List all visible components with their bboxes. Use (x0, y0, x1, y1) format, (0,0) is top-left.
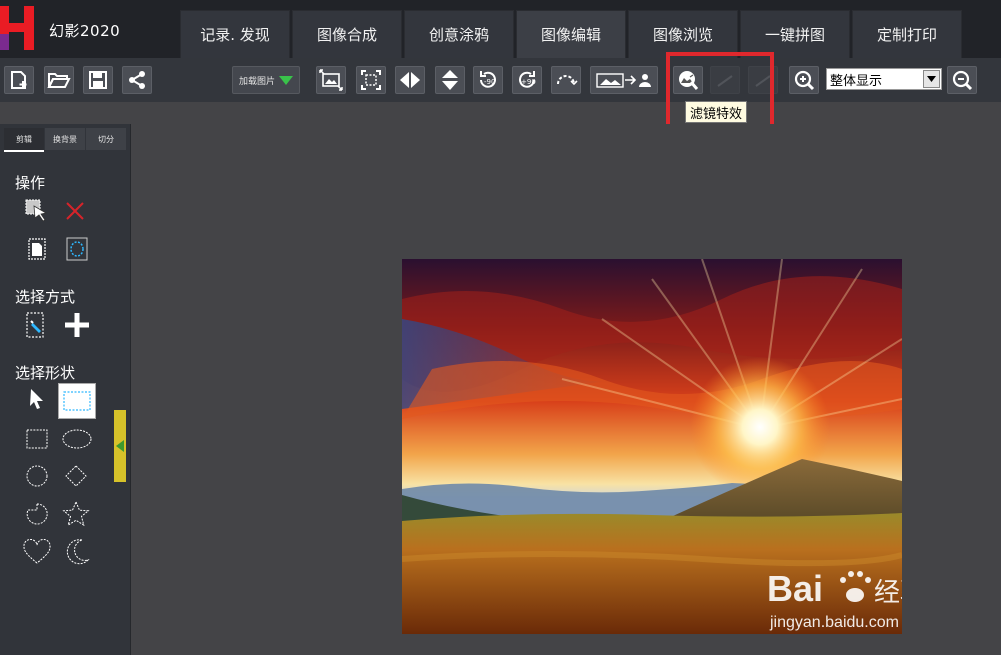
open-folder-button[interactable] (44, 66, 74, 94)
ellipse-select-icon (66, 237, 88, 261)
rotate-right-90-icon: +90 (519, 71, 536, 88)
new-file-icon (11, 71, 27, 89)
dotted-rectangle-icon (63, 391, 91, 411)
star-icon (62, 500, 90, 527)
chevron-left-icon (116, 440, 124, 452)
toolbar: 加载图片 -90 +90 整体显示 (0, 58, 1001, 102)
zoom-mode-value: 整体显示 (830, 73, 883, 89)
save-button[interactable] (83, 66, 113, 94)
zoom-in-button[interactable] (789, 66, 819, 94)
sunset-landscape-image: Bai 经验 jingyan.baidu.com (402, 259, 902, 634)
pin-selection-button[interactable] (25, 236, 49, 262)
flip-vertical-icon (442, 70, 458, 90)
subtab-clip[interactable]: 剪辑 (4, 128, 44, 152)
zoom-out-button[interactable] (947, 66, 977, 94)
resize-image-button[interactable] (316, 66, 346, 94)
crescent-moon-icon (66, 539, 90, 565)
share-button[interactable] (122, 66, 152, 94)
select-arrow-icon (923, 70, 940, 88)
select-cursor-icon (25, 199, 48, 222)
shape-rectangle-button[interactable] (24, 426, 50, 452)
svg-text:+90: +90 (521, 78, 536, 86)
app-title: 幻影2020 (49, 22, 121, 40)
rotate-left-90-icon: -90 (480, 71, 496, 88)
flip-vertical-button[interactable] (435, 66, 465, 94)
section-select-shape-label: 选择形状 (15, 364, 76, 382)
shape-diamond-button[interactable] (63, 463, 89, 489)
magic-select-icon (26, 312, 44, 338)
svg-text:-90: -90 (484, 78, 495, 86)
select-tool-button[interactable] (23, 198, 51, 224)
zoom-out-icon (952, 70, 973, 91)
image-resize-icon (319, 69, 343, 91)
diamond-icon (65, 465, 87, 487)
tab-creative-doodle[interactable]: 创意涂鸦 (404, 10, 514, 58)
tab-one-click-collage[interactable]: 一键拼图 (740, 10, 850, 58)
crop-button[interactable] (356, 66, 386, 94)
sunset-landscape-photo[interactable]: Bai 经验 jingyan.baidu.com (402, 259, 902, 634)
free-rotate-button[interactable] (551, 66, 581, 94)
pin-document-icon (28, 238, 46, 260)
add-selection-button[interactable] (62, 311, 92, 339)
shape-heart-button[interactable] (21, 538, 53, 566)
cutout-person-button[interactable] (590, 66, 658, 94)
crop-icon (361, 70, 381, 90)
panel-collapse-handle[interactable] (114, 410, 126, 482)
load-image-button[interactable]: 加载图片 (232, 66, 300, 94)
dropdown-arrow-icon (279, 75, 293, 85)
title-bar: 幻影2020 记录. 发现 图像合成 创意涂鸦 图像编辑 图像浏览 一键拼图 定… (0, 0, 1001, 58)
tab-image-browse[interactable]: 图像浏览 (628, 10, 738, 58)
tab-record-discover[interactable]: 记录. 发现 (180, 10, 290, 58)
main-tabs: 记录. 发现 图像合成 创意涂鸦 图像编辑 图像浏览 一键拼图 定制打印 (180, 10, 964, 58)
watermark-url: jingyan.baidu.com (769, 614, 899, 631)
load-image-label: 加载图片 (238, 76, 275, 87)
rotate-right-button[interactable]: +90 (512, 66, 542, 94)
panel-subtabs: 剪辑 换背景 切分 (4, 128, 127, 152)
tab-image-compose[interactable]: 图像合成 (292, 10, 402, 58)
zoom-in-icon (794, 70, 815, 91)
shape-moon-button[interactable] (63, 537, 91, 567)
new-file-button[interactable] (4, 66, 34, 94)
delete-selection-button[interactable] (63, 199, 87, 223)
subtab-split[interactable]: 切分 (86, 128, 126, 150)
left-tool-panel: 剪辑 换背景 切分 操作 选择方式 选择形状 (0, 124, 131, 655)
watermark-brand: Bai (767, 568, 823, 609)
subtab-change-background[interactable]: 换背景 (45, 128, 85, 150)
circle-icon (26, 465, 48, 487)
section-operation-label: 操作 (15, 174, 46, 192)
share-icon (129, 71, 145, 89)
section-select-mode-label: 选择方式 (15, 288, 76, 306)
watermark-brand-suffix: 经验 (874, 577, 902, 607)
zoom-mode-select[interactable]: 整体显示 (826, 68, 942, 90)
tab-image-edit[interactable]: 图像编辑 (516, 10, 626, 58)
flip-horizontal-icon (400, 72, 420, 88)
cutout-person-icon (596, 73, 651, 88)
shape-pointer-button[interactable] (24, 386, 50, 414)
heart-icon (23, 539, 51, 564)
folder-open-icon (47, 73, 71, 88)
flip-horizontal-button[interactable] (395, 66, 425, 94)
app-logo-icon (0, 6, 40, 50)
shape-pie-button[interactable] (24, 500, 50, 528)
close-icon (66, 202, 84, 220)
select-mode-magic-button[interactable] (24, 311, 48, 339)
rotate-left-button[interactable]: -90 (473, 66, 503, 94)
plus-icon (65, 313, 89, 337)
pointer-arrow-icon (30, 389, 43, 409)
rectangle-icon (26, 429, 48, 449)
ellipse-selection-button[interactable] (65, 236, 89, 262)
free-rotate-icon (557, 75, 578, 86)
shape-ellipse-button[interactable] (60, 426, 94, 452)
tab-custom-print[interactable]: 定制打印 (852, 10, 962, 58)
shape-rect-dotted-button[interactable] (58, 383, 96, 419)
shape-circle-button[interactable] (24, 463, 50, 489)
save-icon (89, 71, 107, 89)
shape-star-button[interactable] (61, 500, 91, 528)
ellipse-icon (62, 429, 92, 449)
pie-shape-icon (26, 503, 48, 525)
